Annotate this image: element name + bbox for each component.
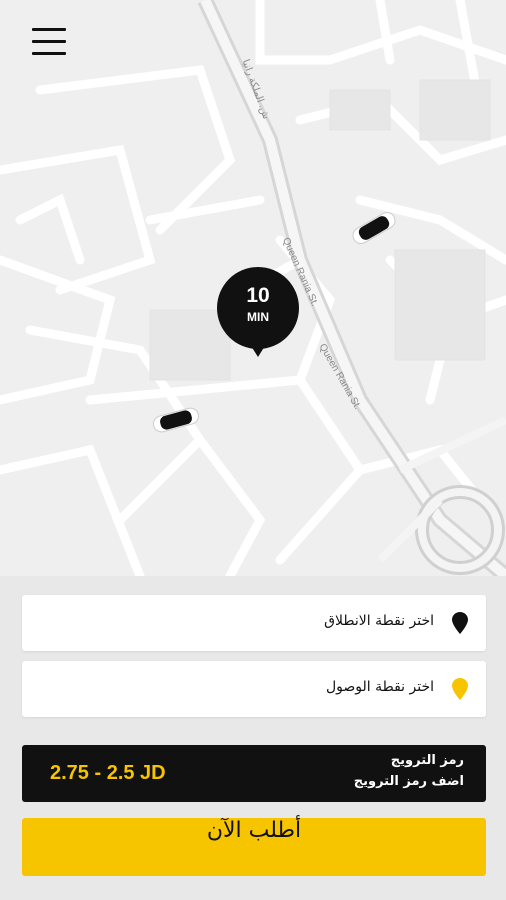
dropoff-field[interactable]: اختر نقطة الوصول bbox=[22, 661, 486, 717]
black-pin-icon bbox=[452, 612, 468, 634]
hamburger-menu-icon[interactable] bbox=[30, 28, 70, 64]
map-view[interactable]: Queen Rania St. Queen Rania St. ش. الملك… bbox=[0, 0, 506, 576]
promo-code-bar[interactable]: 2.75 - 2.5 JD رمز الترويج اضف رمز التروي… bbox=[22, 745, 486, 802]
yellow-pin-icon bbox=[452, 678, 468, 700]
order-now-button[interactable]: أطلب الآن bbox=[22, 818, 486, 876]
eta-marker: 10 MIN bbox=[217, 267, 299, 357]
promo-title: رمز الترويج bbox=[390, 753, 464, 768]
pickup-placeholder: اختر نقطة الانطلاق bbox=[324, 613, 434, 629]
fare-estimate: 2.75 - 2.5 JD bbox=[50, 762, 166, 784]
add-promo-link[interactable]: اضف رمز الترويج bbox=[354, 774, 464, 789]
eta-value: 10 bbox=[246, 284, 270, 307]
dropoff-placeholder: اختر نقطة الوصول bbox=[325, 679, 434, 695]
eta-unit: MIN bbox=[247, 310, 269, 324]
pickup-field[interactable]: اختر نقطة الانطلاق bbox=[22, 595, 486, 651]
